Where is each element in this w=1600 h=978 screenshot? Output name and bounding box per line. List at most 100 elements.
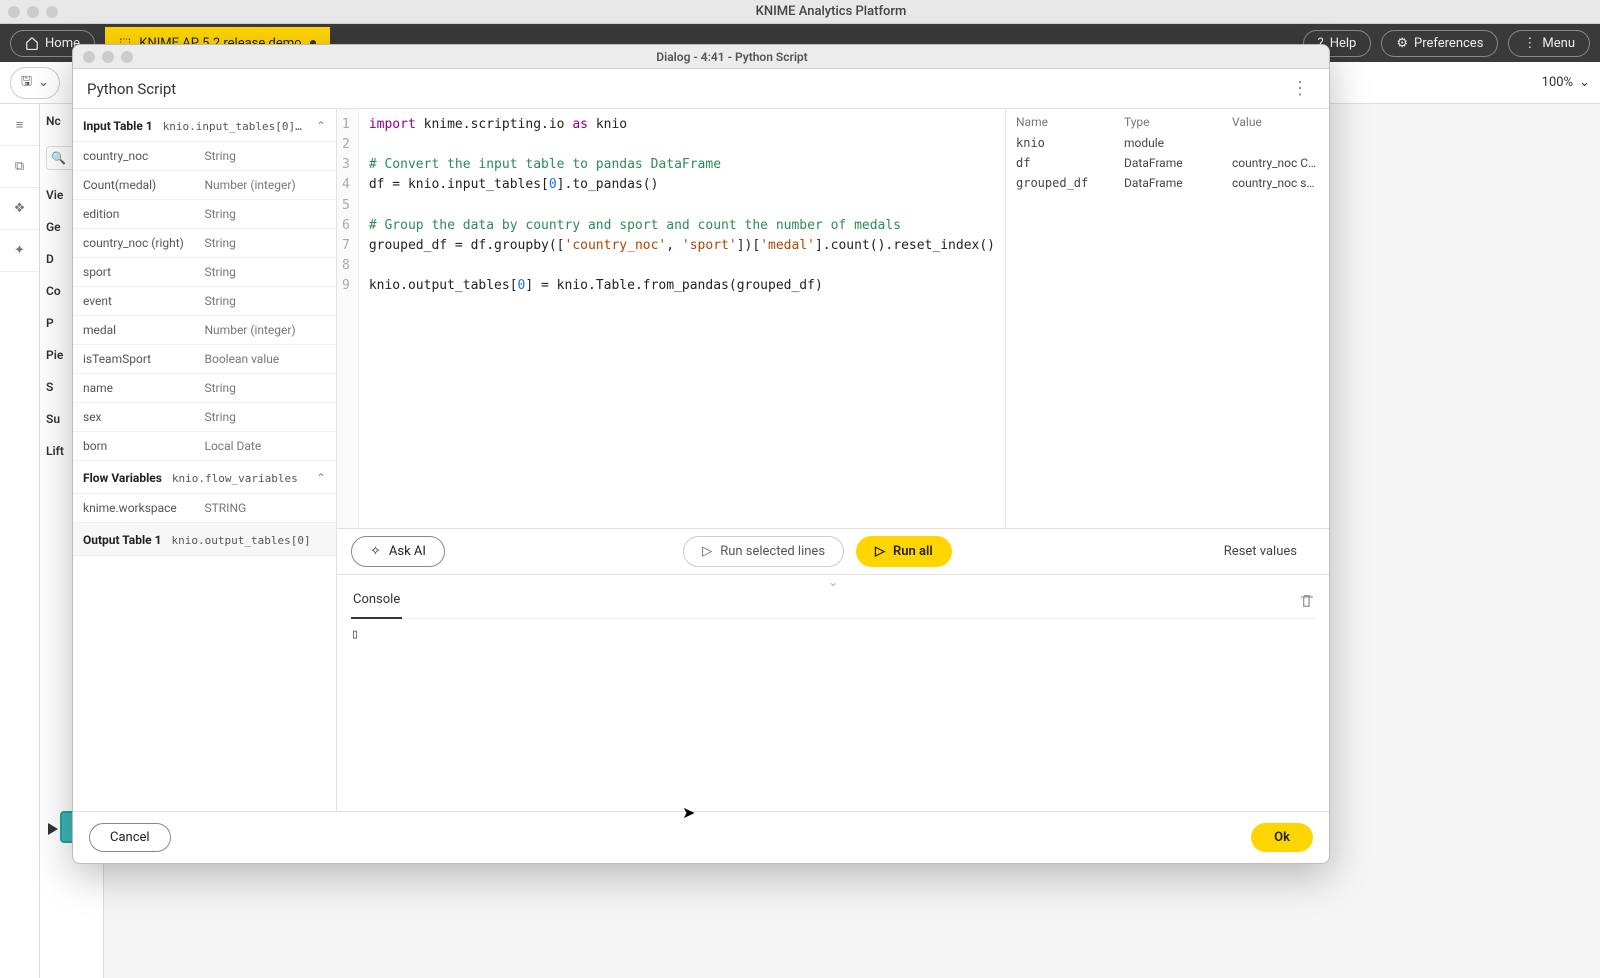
- cursor-icon: ➤: [682, 803, 695, 822]
- column-row[interactable]: medalNumber (integer): [73, 316, 336, 345]
- column-type: Number (integer): [205, 178, 327, 192]
- traffic-lights[interactable]: [8, 6, 58, 18]
- flow-vars-section[interactable]: Flow Variables knio.flow_variables ⌃: [73, 461, 336, 494]
- menu-dots-icon: ⋮: [1523, 36, 1536, 51]
- run-selected-button[interactable]: ▷ Run selected lines: [683, 536, 844, 567]
- section-code: knio.input_tables[0]…: [163, 120, 306, 133]
- ask-ai-button[interactable]: ✧ Ask AI: [351, 536, 445, 567]
- reset-label: Reset values: [1224, 544, 1297, 559]
- var-type: module: [1124, 136, 1232, 150]
- var-name: knio: [1016, 136, 1124, 150]
- close-icon[interactable]: [8, 6, 20, 18]
- input-table-columns: country_nocStringCount(medal)Number (int…: [73, 142, 336, 461]
- rail-item-2[interactable]: ⧉: [0, 146, 39, 188]
- action-bar: ✧ Ask AI ▷ Run selected lines ▷ Run all …: [337, 529, 1329, 575]
- column-type: Number (integer): [205, 323, 327, 337]
- console-tab[interactable]: Console: [351, 586, 402, 619]
- section-title: Input Table 1: [83, 119, 153, 133]
- rail-item-1[interactable]: ≡: [0, 104, 39, 146]
- col-type: Type: [1124, 115, 1232, 129]
- column-name: sex: [83, 410, 205, 424]
- help-label: Help: [1330, 36, 1357, 51]
- column-name: country_noc: [83, 149, 205, 163]
- code-editor[interactable]: 123456789 import knime.scripting.io as k…: [337, 109, 1005, 528]
- dialog-title: Python Script: [87, 80, 176, 98]
- python-script-dialog: Dialog - 4:41 - Python Script Python Scr…: [72, 44, 1330, 864]
- column-row[interactable]: isTeamSportBoolean value: [73, 345, 336, 374]
- variables-panel: Name Type Value kniomoduledfDataFramecou…: [1005, 109, 1329, 528]
- section-code: knio.output_tables[0]: [172, 534, 326, 547]
- variables-header: Name Type Value: [1006, 109, 1329, 133]
- mac-titlebar: KNIME Analytics Platform: [0, 0, 1600, 24]
- close-icon[interactable]: [83, 51, 95, 63]
- var-name: grouped_df: [1016, 176, 1124, 190]
- cancel-label: Cancel: [110, 830, 150, 845]
- play-icon: ▷: [702, 544, 712, 559]
- column-row[interactable]: country_nocString: [73, 142, 336, 171]
- console-output[interactable]: ▯: [351, 619, 1315, 803]
- run-all-label: Run all: [893, 544, 933, 559]
- flow-var-row[interactable]: knime.workspaceSTRING: [73, 494, 336, 523]
- output-table-section[interactable]: Output Table 1 knio.output_tables[0]: [73, 523, 336, 556]
- editor-column: 123456789 import knime.scripting.io as k…: [337, 109, 1329, 811]
- cancel-button[interactable]: Cancel: [89, 823, 171, 852]
- column-row[interactable]: sportString: [73, 258, 336, 287]
- preferences-label: Preferences: [1414, 36, 1483, 51]
- code-lines[interactable]: import knime.scripting.io as knio # Conv…: [359, 109, 1005, 528]
- maximize-icon[interactable]: [121, 51, 133, 63]
- column-row[interactable]: editionString: [73, 200, 336, 229]
- tables-panel: Input Table 1 knio.input_tables[0]… ⌃ co…: [73, 109, 337, 811]
- column-row[interactable]: country_noc (right)String: [73, 229, 336, 258]
- column-name: event: [83, 294, 205, 308]
- rail-item-4[interactable]: ✦: [0, 230, 39, 272]
- var-value: country_noc sp…: [1232, 176, 1319, 190]
- column-row[interactable]: bornLocal Date: [73, 432, 336, 461]
- save-dropdown[interactable]: 🖫 ⌄: [10, 67, 60, 99]
- rail-item-3[interactable]: ❖: [0, 188, 39, 230]
- line-gutter: 123456789: [337, 109, 359, 528]
- zoom-control[interactable]: 100% ⌄: [1542, 75, 1590, 90]
- column-type: String: [205, 410, 327, 424]
- column-row[interactable]: eventString: [73, 287, 336, 316]
- minimize-icon[interactable]: [102, 51, 114, 63]
- var-type: DataFrame: [1124, 176, 1232, 190]
- input-table-section[interactable]: Input Table 1 knio.input_tables[0]… ⌃: [73, 109, 336, 142]
- dialog-titlebar: Dialog - 4:41 - Python Script: [73, 45, 1329, 69]
- ask-ai-label: Ask AI: [389, 544, 426, 559]
- variable-row[interactable]: kniomodule: [1006, 133, 1329, 153]
- column-name: isTeamSport: [83, 352, 205, 366]
- variable-row[interactable]: grouped_dfDataFramecountry_noc sp…: [1006, 173, 1329, 193]
- dialog-footer: Cancel Ok: [73, 811, 1329, 863]
- traffic-lights-dialog[interactable]: [83, 51, 133, 63]
- column-name: country_noc (right): [83, 236, 205, 250]
- minimize-icon[interactable]: [27, 6, 39, 18]
- trash-icon[interactable]: [1299, 593, 1315, 613]
- play-icon: ▷: [875, 544, 885, 559]
- column-type: String: [205, 294, 327, 308]
- preferences-button[interactable]: ⚙ Preferences: [1381, 30, 1498, 57]
- zoom-label: 100%: [1542, 75, 1573, 90]
- column-type: String: [205, 265, 327, 279]
- section-code: knio.flow_variables: [172, 472, 306, 485]
- var-type: DataFrame: [1124, 156, 1232, 170]
- more-options-icon[interactable]: ⋮: [1285, 78, 1315, 99]
- menu-button[interactable]: ⋮ Menu: [1508, 30, 1590, 57]
- var-value: [1232, 136, 1319, 150]
- flow-var-type: STRING: [205, 501, 327, 515]
- column-row[interactable]: Count(medal)Number (integer): [73, 171, 336, 200]
- col-name: Name: [1016, 115, 1124, 129]
- chevron-up-icon: ⌃: [316, 119, 326, 133]
- console-area: Console ▯: [337, 587, 1329, 811]
- reset-values-button[interactable]: Reset values: [1206, 537, 1315, 566]
- column-row[interactable]: sexString: [73, 403, 336, 432]
- variable-row[interactable]: dfDataFramecountry_noc Co…: [1006, 153, 1329, 173]
- column-row[interactable]: nameString: [73, 374, 336, 403]
- maximize-icon[interactable]: [46, 6, 58, 18]
- chevron-down-icon: ⌄: [38, 75, 49, 90]
- sparkle-icon: ✧: [370, 544, 381, 559]
- column-type: String: [205, 381, 327, 395]
- collapse-handle-icon[interactable]: ⌄: [337, 575, 1329, 587]
- run-all-button[interactable]: ▷ Run all: [856, 536, 952, 567]
- column-type: Boolean value: [205, 352, 327, 366]
- ok-button[interactable]: Ok: [1251, 823, 1313, 852]
